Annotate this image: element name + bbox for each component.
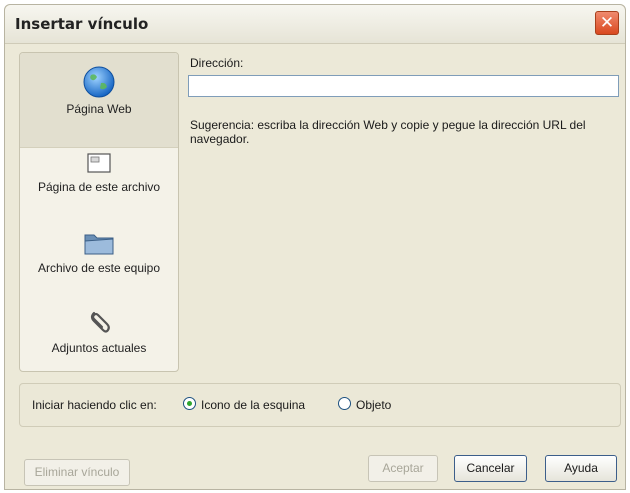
address-hint: Sugerencia: escriba la dirección Web y c… xyxy=(190,118,586,146)
close-button[interactable]: ✕ xyxy=(595,11,619,35)
link-type-web-page[interactable]: Página Web xyxy=(20,53,178,148)
cancel-button[interactable]: Cancelar xyxy=(454,455,527,482)
address-input[interactable] xyxy=(188,75,619,97)
page-icon xyxy=(87,153,111,173)
link-type-attachments[interactable]: Adjuntos actuales xyxy=(20,299,178,369)
start-option-group: Iniciar haciendo clic en: Icono de la es… xyxy=(19,383,621,427)
radio-object-label[interactable]: Objeto xyxy=(356,398,391,412)
help-button[interactable]: Ayuda xyxy=(545,455,617,482)
start-option-label: Iniciar haciendo clic en: xyxy=(32,398,157,412)
link-type-label: Página Web xyxy=(66,102,132,116)
radio-corner-icon[interactable] xyxy=(183,397,196,410)
radio-object[interactable] xyxy=(338,397,351,410)
link-type-panel: Página Web Página de este archivo Archiv… xyxy=(19,52,179,372)
link-type-this-file[interactable]: Página de este archivo xyxy=(20,149,178,219)
title-bar: Insertar vínculo ✕ xyxy=(5,5,625,44)
link-type-label: Adjuntos actuales xyxy=(51,341,147,355)
close-icon: ✕ xyxy=(599,13,615,32)
address-label: Dirección: xyxy=(190,56,244,70)
link-type-label: Archivo de este equipo xyxy=(37,261,161,275)
link-type-label: Página de este archivo xyxy=(37,180,161,194)
remove-link-button[interactable]: Eliminar vínculo xyxy=(24,459,130,486)
radio-corner-icon-label[interactable]: Icono de la esquina xyxy=(201,398,305,412)
paperclip-icon xyxy=(90,311,110,333)
folder-icon xyxy=(84,234,114,255)
link-type-this-computer[interactable]: Archivo de este equipo xyxy=(20,221,178,297)
globe-icon xyxy=(83,66,115,98)
accept-button[interactable]: Aceptar xyxy=(368,455,438,482)
dialog-title: Insertar vínculo xyxy=(15,15,149,33)
